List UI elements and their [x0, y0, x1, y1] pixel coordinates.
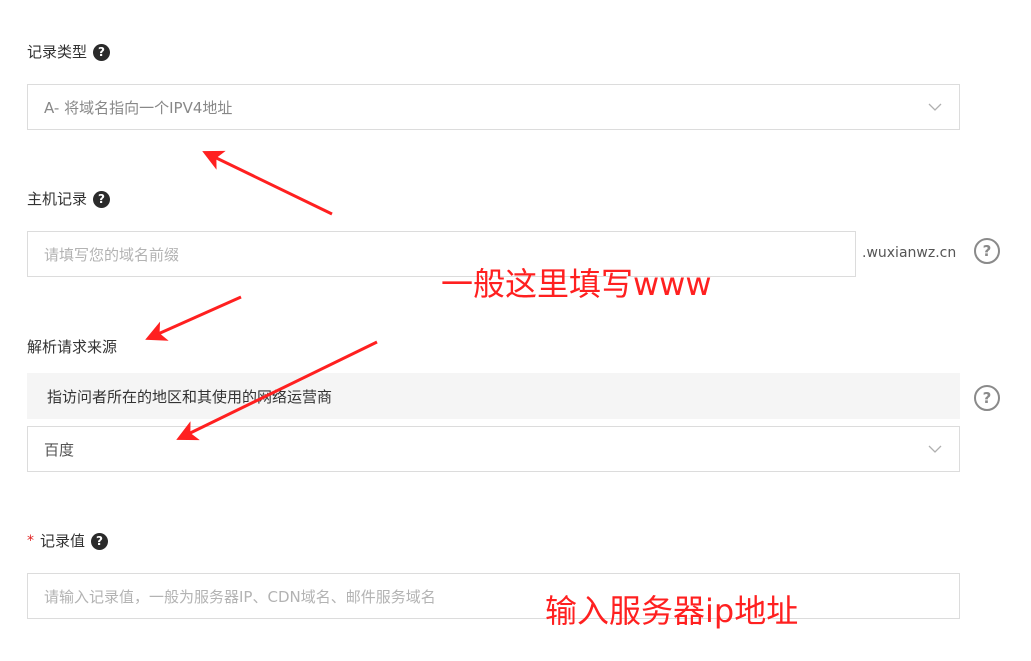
value-annotation-text: 输入服务器ip地址 — [545, 592, 799, 630]
resolve-source-hint: 指访问者所在的地区和其使用的网络运营商 — [27, 373, 960, 419]
arrow-to-resolve-source — [145, 295, 242, 341]
record-type-label-text: 记录类型 — [27, 43, 88, 61]
host-record-help-icon[interactable]: ? — [93, 190, 111, 208]
host-record-label-text: 主机记录 — [27, 190, 88, 208]
resolve-source-select[interactable]: 百度 — [27, 426, 960, 472]
record-value-label: * 记录值 ? — [27, 531, 109, 551]
host-record-placeholder: 请填写您的域名前缀 — [44, 245, 180, 264]
record-type-selected: A- 将域名指向一个IPV4地址 — [44, 98, 233, 117]
resolve-source-side-help-icon[interactable]: ? — [974, 385, 1000, 411]
resolve-source-label: 解析请求来源 — [27, 337, 117, 357]
arrow-to-record-type — [202, 150, 333, 216]
required-mark: * — [27, 533, 34, 549]
chevron-down-icon — [927, 99, 943, 115]
record-type-select[interactable]: A- 将域名指向一个IPV4地址 — [27, 84, 960, 130]
record-type-label: 记录类型 ? — [27, 42, 111, 62]
record-type-help-icon[interactable]: ? — [93, 43, 111, 61]
host-record-side-help-icon[interactable]: ? — [974, 238, 1000, 264]
resolve-source-label-text: 解析请求来源 — [27, 338, 118, 356]
resolve-source-selected: 百度 — [44, 440, 75, 459]
host-record-label: 主机记录 ? — [27, 189, 111, 209]
domain-suffix: .wuxianwz.cn — [862, 245, 957, 261]
record-value-input[interactable]: 请输入记录值，一般为服务器IP、CDN域名、邮件服务域名 — [27, 573, 960, 619]
record-value-label-text: 记录值 — [40, 532, 86, 550]
host-annotation-text: 一般这里填写www — [441, 265, 712, 303]
chevron-down-icon — [927, 441, 943, 457]
record-value-placeholder: 请输入记录值，一般为服务器IP、CDN域名、邮件服务域名 — [44, 587, 436, 606]
record-value-help-icon[interactable]: ? — [91, 532, 109, 550]
